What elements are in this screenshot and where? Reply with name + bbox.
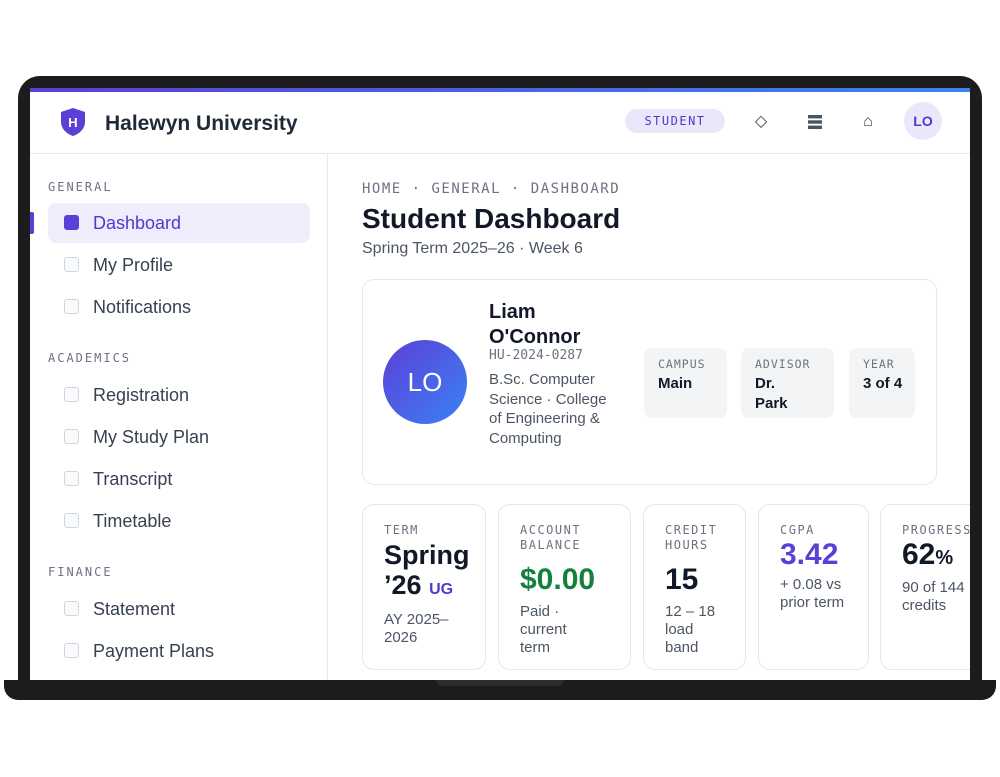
sidebar-item-my-profile[interactable]: My Profile xyxy=(48,245,310,285)
progress-value: 62 xyxy=(902,538,936,571)
page-title: Student Dashboard xyxy=(362,203,621,234)
sidebar-item-my-study-plan[interactable]: My Study Plan xyxy=(48,417,310,457)
section-title-academics: ACADEMICS xyxy=(48,351,132,365)
chip-label: YEAR xyxy=(863,357,895,371)
chip-advisor: ADVISOR Dr. Park xyxy=(741,348,834,418)
chip-value: Dr. Park xyxy=(755,375,788,412)
sidebar-item-label: Registration xyxy=(93,385,190,405)
stat-note: + 0.08 vs prior term xyxy=(780,576,845,611)
stack-icon[interactable] xyxy=(803,110,827,134)
student-profile-card: LO Liam O'Connor HU-2024-0287 B.Sc. Comp… xyxy=(362,279,937,485)
stat-label: ACCOUNT BALANCE xyxy=(520,523,582,552)
stat-label: PROGRESS xyxy=(902,523,970,537)
stat-value: $0.00 xyxy=(520,563,596,596)
chip-value: 3 of 4 xyxy=(863,375,903,392)
statement-icon xyxy=(64,601,79,616)
home-icon[interactable]: ⌂ xyxy=(856,110,880,134)
stat-note: AY 2025–2026 xyxy=(384,611,449,646)
stat-note: Paid · current term xyxy=(520,603,567,656)
percent-suffix: % xyxy=(935,547,954,569)
sidebar-item-label: Statement xyxy=(93,599,176,619)
chip-value: Main xyxy=(658,375,693,392)
sidebar-item-label: Transcript xyxy=(93,469,173,489)
term-level-badge: UG xyxy=(429,581,454,598)
sidebar-item-label: Timetable xyxy=(93,511,172,531)
chip-label: ADVISOR xyxy=(755,357,811,371)
payment-plans-icon xyxy=(64,643,79,658)
chip-label: CAMPUS xyxy=(658,357,706,371)
section-title-general: GENERAL xyxy=(48,180,113,194)
stat-label: TERM xyxy=(384,523,419,537)
sidebar-item-transcript[interactable]: Transcript xyxy=(48,459,310,499)
sidebar-item-label: My Profile xyxy=(93,255,174,275)
transcript-icon xyxy=(64,471,79,486)
user-avatar[interactable]: LO xyxy=(904,102,942,140)
stat-label: CREDIT HOURS xyxy=(665,523,718,552)
sidebar-item-label: My Study Plan xyxy=(93,427,210,447)
active-indicator xyxy=(30,212,34,234)
diamond-icon[interactable]: ◇ xyxy=(749,110,773,134)
student-avatar: LO xyxy=(383,340,467,424)
sidebar-item-statement[interactable]: Statement xyxy=(48,589,310,629)
student-name: Liam O'Connor xyxy=(489,301,581,348)
university-shield-logo[interactable]: H xyxy=(60,107,86,137)
app-window: H Halewyn University STUDENT ◇ ⌂ LO GENE… xyxy=(30,88,970,680)
student-id: HU-2024-0287 xyxy=(489,348,583,363)
registration-icon xyxy=(64,387,79,402)
stat-value: 3.42 xyxy=(780,538,839,571)
study-plan-icon xyxy=(64,429,79,444)
stat-card-credit-hours: CREDIT HOURS 15 12 – 18 load band xyxy=(643,504,746,670)
timetable-icon xyxy=(64,513,79,528)
stat-card-progress: PROGRESS 62% 90 of 144 credits xyxy=(880,504,970,670)
sidebar-item-notifications[interactable]: Notifications xyxy=(48,287,310,327)
page-subtitle: Spring Term 2025–26 · Week 6 xyxy=(362,240,583,257)
main-content: HOME · GENERAL · DASHBOARD Student Dashb… xyxy=(329,154,970,680)
stat-card-cgpa: CGPA 3.42 + 0.08 vs prior term xyxy=(758,504,869,670)
stat-card-term: TERM Spring ’26 UG AY 2025–2026 xyxy=(362,504,486,670)
stat-label: CGPA xyxy=(780,523,815,537)
sidebar-item-payment-plans[interactable]: Payment Plans xyxy=(48,631,310,671)
sidebar-item-timetable[interactable]: Timetable xyxy=(48,501,310,541)
stat-card-account-balance: ACCOUNT BALANCE $0.00 Paid · current ter… xyxy=(498,504,631,670)
sidebar-item-label: Notifications xyxy=(93,297,192,317)
section-title-finance: FINANCE xyxy=(48,565,113,579)
sidebar-item-label: Dashboard xyxy=(93,213,182,233)
chip-campus: CAMPUS Main xyxy=(644,348,727,418)
top-bar: H Halewyn University STUDENT ◇ ⌂ LO xyxy=(30,92,970,154)
brand-name: Halewyn University xyxy=(105,112,298,135)
chip-year: YEAR 3 of 4 xyxy=(849,348,915,418)
laptop-notch xyxy=(436,680,564,686)
profile-icon xyxy=(64,257,79,272)
role-badge: STUDENT xyxy=(625,109,725,133)
sidebar: GENERAL Dashboard My Profile Notificatio… xyxy=(30,154,328,680)
stat-value: 15 xyxy=(665,563,699,596)
stat-value: Spring ’26 UG xyxy=(384,540,474,605)
sidebar-item-dashboard[interactable]: Dashboard xyxy=(48,203,310,243)
stat-note: 90 of 144 credits xyxy=(902,579,965,614)
sidebar-item-registration[interactable]: Registration xyxy=(48,375,310,415)
notifications-icon xyxy=(64,299,79,314)
sidebar-item-label: Payment Plans xyxy=(93,641,215,661)
term-value: Spring ’26 xyxy=(384,540,470,600)
student-program: B.Sc. Computer Science · College of Engi… xyxy=(489,371,607,447)
breadcrumb: HOME · GENERAL · DASHBOARD xyxy=(362,181,621,197)
logo-letter: H xyxy=(68,115,77,130)
stat-note: 12 – 18 load band xyxy=(665,603,716,656)
dashboard-icon xyxy=(64,215,79,230)
stat-value: 62% xyxy=(902,540,970,573)
